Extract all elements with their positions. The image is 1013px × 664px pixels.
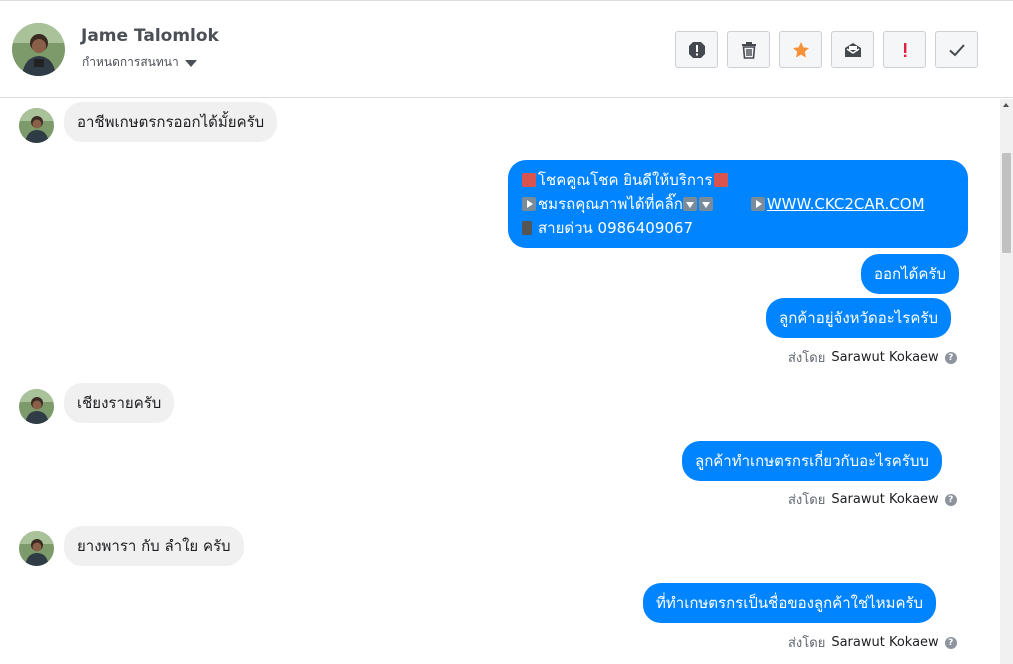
sparkle-icon — [522, 173, 536, 187]
action-toolbar — [675, 31, 978, 68]
star-button[interactable] — [779, 31, 822, 68]
follow-up-button[interactable] — [883, 31, 926, 68]
message-thread[interactable]: อาชีพเกษตรกรออกได้มั้ยครับ โชคคูณโชค ยิน… — [0, 99, 1000, 664]
sender-name: Sarawut Kokaew — [831, 492, 939, 507]
scroll-up-arrow-icon[interactable] — [1003, 103, 1009, 107]
sent-by-label: ส่งโดย Sarawut Kokaew? — [788, 347, 957, 368]
help-icon[interactable]: ? — [944, 351, 957, 364]
outgoing-message[interactable]: ออกได้ครับ — [861, 254, 959, 294]
message-line: โชคคูณโชค ยินดีให้บริการ — [522, 168, 955, 192]
contact-avatar-small — [19, 108, 54, 143]
website-link[interactable]: WWW.CKC2CAR.COM — [767, 195, 925, 213]
contact-avatar-small — [19, 389, 54, 424]
message-line: ชมรถคุณภาพได้ที่คลิ๊ก WWW.CKC2CAR.COM — [522, 192, 955, 216]
mark-done-button[interactable] — [935, 31, 978, 68]
play-icon — [522, 197, 536, 211]
sent-by-prefix: ส่งโดย — [788, 351, 826, 366]
spam-button[interactable] — [675, 31, 718, 68]
outgoing-message[interactable]: ที่ทำเกษตรกรเป็นชื่อของลูกค้าใช่ไหมครับ — [643, 583, 937, 623]
incoming-message[interactable]: อาชีพเกษตรกรออกได้มั้ยครับ — [64, 102, 278, 142]
contact-name[interactable]: Jame Talomlok — [81, 26, 219, 46]
conversation-settings-dropdown[interactable]: กำหนดการสนทนา — [82, 53, 197, 72]
contact-avatar[interactable] — [12, 23, 65, 76]
follow-up-icon — [903, 42, 906, 57]
star-icon — [792, 41, 809, 58]
message-text: ชมรถคุณภาพได้ที่คลิ๊ก — [538, 195, 683, 213]
help-icon[interactable]: ? — [944, 493, 957, 506]
trash-icon — [741, 41, 756, 59]
down-arrow-icon — [698, 197, 713, 211]
message-text: สายด่วน 0986409067 — [538, 219, 693, 237]
phone-icon — [522, 221, 532, 235]
vertical-scrollbar[interactable] — [1000, 99, 1013, 664]
outgoing-message[interactable]: โชคคูณโชค ยินดีให้บริการ ชมรถคุณภาพได้ที… — [508, 160, 968, 248]
mark-unread-button[interactable] — [831, 31, 874, 68]
mark-unread-icon — [844, 42, 861, 57]
conversation-settings-label: กำหนดการสนทนา — [82, 55, 179, 69]
down-arrow-icon — [682, 197, 697, 211]
done-check-icon — [948, 43, 965, 56]
incoming-message[interactable]: ยางพารา กับ ลำใย ครับ — [64, 526, 244, 566]
delete-button[interactable] — [727, 31, 770, 68]
sent-by-label: ส่งโดย Sarawut Kokaew? — [788, 489, 957, 510]
contact-avatar-small — [19, 531, 54, 566]
scrollbar-thumb[interactable] — [1002, 153, 1011, 253]
sent-by-label: ส่งโดย Sarawut Kokaew? — [788, 632, 957, 653]
help-icon[interactable]: ? — [944, 636, 957, 649]
sparkle-icon — [714, 173, 729, 187]
sender-name: Sarawut Kokaew — [831, 350, 939, 365]
chevron-down-icon — [184, 59, 197, 67]
sent-by-prefix: ส่งโดย — [788, 493, 826, 508]
conversation-header: Jame Talomlok กำหนดการสนทนา — [0, 0, 1013, 98]
sent-by-prefix: ส่งโดย — [788, 636, 826, 651]
message-line: สายด่วน 0986409067 — [522, 216, 955, 240]
message-text: โชคคูณโชค ยินดีให้บริการ — [538, 171, 713, 189]
spam-icon — [688, 41, 705, 58]
sender-name: Sarawut Kokaew — [831, 635, 939, 650]
outgoing-message[interactable]: ลูกค้าอยู่จังหวัดอะไรครับ — [766, 298, 951, 338]
play-icon — [750, 197, 765, 211]
outgoing-message[interactable]: ลูกค้าทำเกษตรกรเกี่ยวกับอะไรครับบ — [682, 441, 942, 481]
incoming-message[interactable]: เชียงรายครับ — [64, 383, 175, 423]
